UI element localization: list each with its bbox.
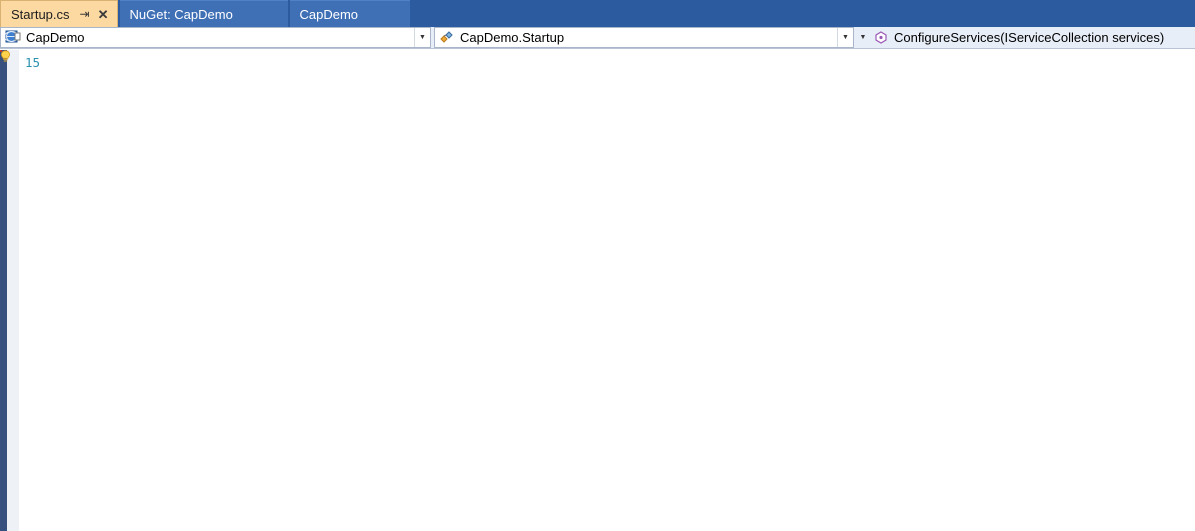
code-editor[interactable]: 15 <box>0 50 1195 531</box>
type-dropdown-value: CapDemo.Startup <box>460 30 565 45</box>
tab-startup-cs-label: Startup.cs <box>11 6 70 22</box>
method-icon <box>873 30 891 46</box>
tab-nuget-capdemo-label: NuGet: CapDemo <box>129 6 233 22</box>
class-icon <box>439 30 457 46</box>
project-dropdown-value: CapDemo <box>26 30 85 45</box>
project-dropdown[interactable]: CapDemo ▼ <box>0 27 431 48</box>
tab-startup-cs[interactable]: Startup.cs ⇥ ✕ <box>0 0 118 27</box>
tab-capdemo-label: CapDemo <box>299 6 359 22</box>
member-dropdown[interactable]: ▼ ConfigureServices(IServiceCollection s… <box>857 27 1195 48</box>
navigation-bar: CapDemo ▼ CapDemo.Startup ▼ ▼ ConfigureS… <box>0 27 1195 49</box>
tab-capdemo[interactable]: CapDemo <box>289 0 410 27</box>
line-number: 15 <box>25 55 41 70</box>
project-globe-icon <box>4 30 23 46</box>
editor-tab-bar: Startup.cs ⇥ ✕ NuGet: CapDemo CapDemo <box>0 0 1195 27</box>
close-icon[interactable]: ✕ <box>98 8 109 21</box>
chevron-down-icon[interactable]: ▼ <box>414 28 430 47</box>
pin-icon[interactable]: ⇥ <box>80 8 90 20</box>
tab-nuget-capdemo[interactable]: NuGet: CapDemo <box>119 0 288 27</box>
member-dropdown-value: ConfigureServices(IServiceCollection ser… <box>894 30 1165 45</box>
lightbulb-icon[interactable] <box>0 50 11 63</box>
code-surface[interactable]: 15 <box>0 50 1195 531</box>
type-dropdown[interactable]: CapDemo.Startup ▼ <box>434 27 854 48</box>
chevron-down-icon[interactable]: ▼ <box>857 27 869 48</box>
chevron-down-icon[interactable]: ▼ <box>837 28 853 47</box>
